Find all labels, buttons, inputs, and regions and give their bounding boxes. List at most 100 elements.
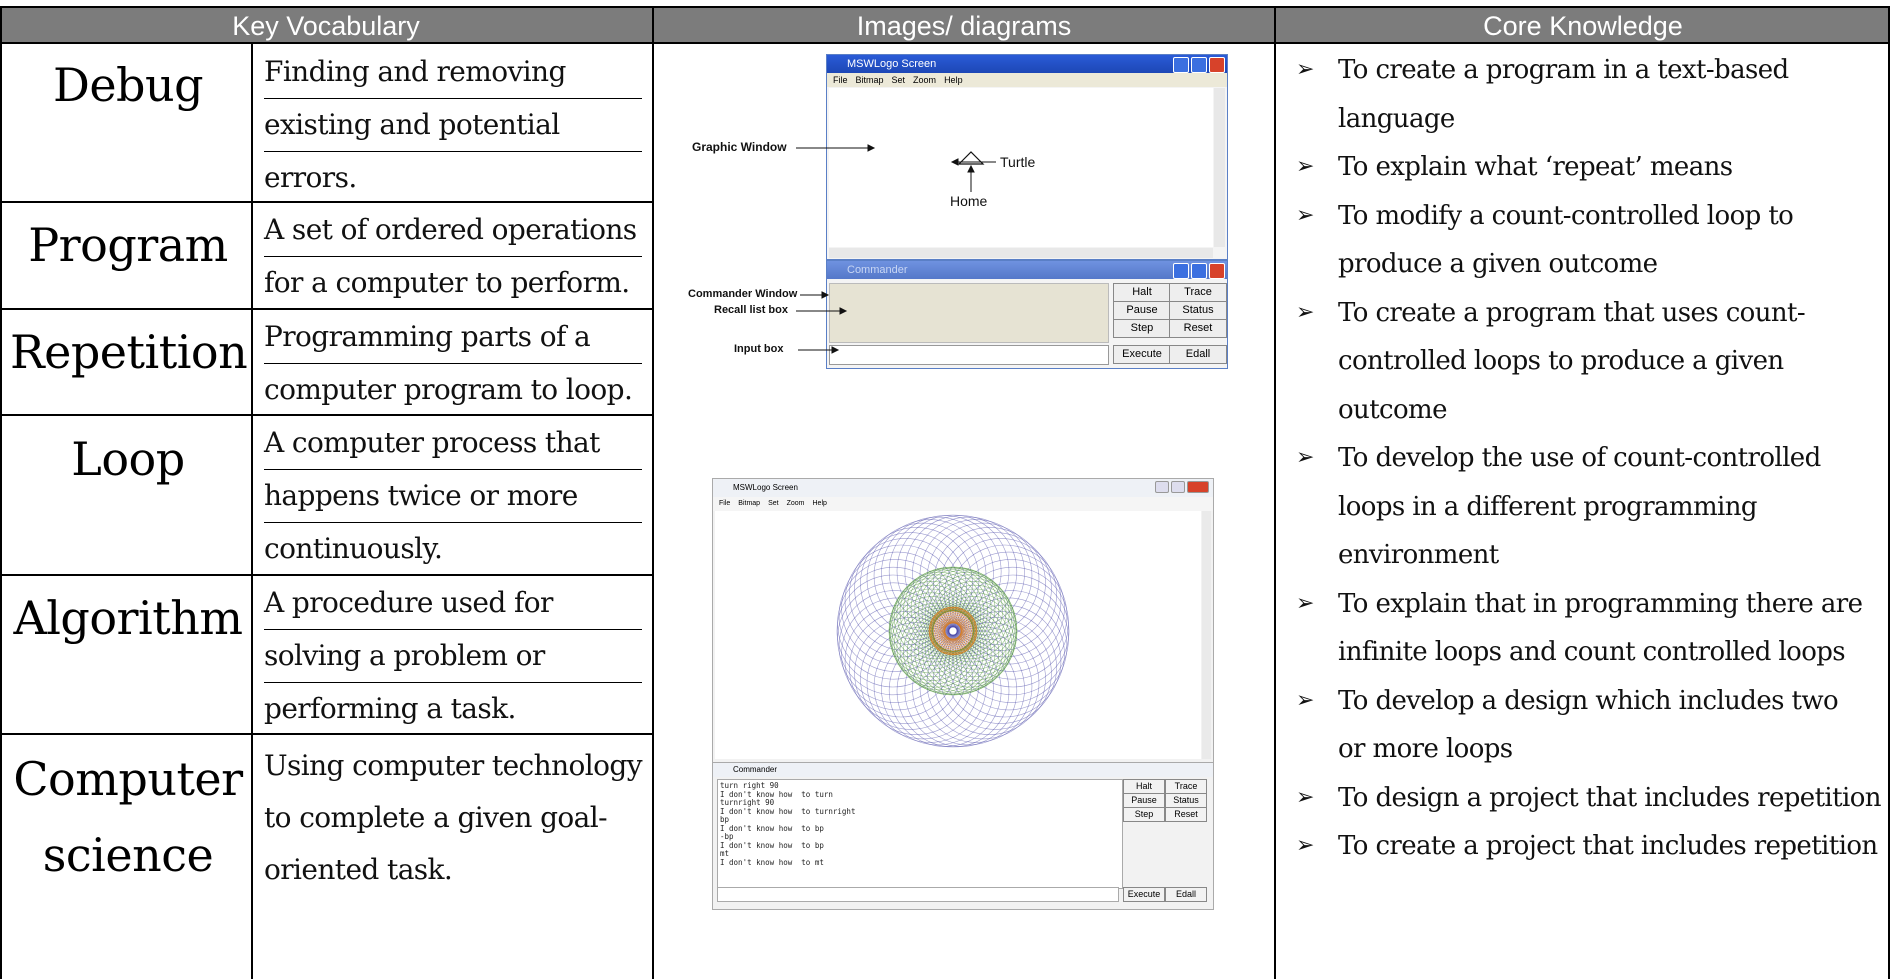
definition-line: A set of ordered operations <box>264 204 642 257</box>
vertical-scrollbar <box>1202 511 1211 759</box>
item-line: language <box>1338 103 1455 134</box>
spirograph-drawing <box>836 514 1070 748</box>
core-knowledge-item: ➢ To develop the use of count-controlled… <box>1296 434 1886 580</box>
vocab-definition-program: A set of ordered operations for a comput… <box>264 204 642 309</box>
core-knowledge-item: ➢ To explain what ‘repeat’ means <box>1296 143 1886 192</box>
menu-bar: File Bitmap Set Zoom Help <box>713 497 1213 511</box>
menu-help: Help <box>812 500 827 507</box>
arrow-bullet-icon: ➢ <box>1296 784 1314 810</box>
vocab-term-algorithm: Algorithm <box>13 591 243 645</box>
arrow-bullet-icon: ➢ <box>1296 57 1314 82</box>
item-line: To create a program that uses count- <box>1338 297 1806 328</box>
label-input-box: Input box <box>734 343 784 355</box>
recall-list-box: turn right 90 I don't know how to turn t… <box>717 779 1123 889</box>
core-knowledge-item: ➢ To explain that in programming there a… <box>1296 580 1886 677</box>
vocab-definition-algorithm: A procedure used for solving a problem o… <box>264 577 642 735</box>
item-line: To modify a count-controlled loop to <box>1338 200 1794 231</box>
arrow-bullet-icon: ➢ <box>1296 833 1314 858</box>
vocab-term-program: Program <box>28 218 228 272</box>
label-recall-list-box: Recall list box <box>714 304 788 316</box>
core-knowledge-item: ➢ To modify a count-controlled loop to p… <box>1296 192 1886 289</box>
item-line: infinite loops and count controlled loop… <box>1338 637 1846 667</box>
header-key-vocabulary: Key Vocabulary <box>0 8 652 42</box>
halt-button: Halt <box>1123 779 1165 794</box>
definition-line: Using computer technology <box>264 749 643 782</box>
item-line: environment <box>1338 540 1499 570</box>
window-title: MSWLogo Screen <box>713 479 1213 497</box>
item-line: To develop the use of count-controlled <box>1338 443 1821 473</box>
label-turtle: Turtle <box>1000 154 1036 170</box>
core-knowledge-item: ➢ To design a project that includes repe… <box>1296 774 1886 823</box>
close-icon <box>1187 481 1209 493</box>
core-knowledge-item: ➢ To create a program in a text-based la… <box>1296 46 1886 143</box>
execute-button: Execute <box>1123 887 1165 902</box>
input-box <box>717 887 1119 902</box>
definition-line: Programming parts of a <box>264 311 642 364</box>
knowledge-organiser: Key Vocabulary Images/ diagrams Core Kno… <box>0 0 1890 979</box>
console-line: I don't know how to turn <box>720 789 833 799</box>
column-divider-2 <box>1274 6 1276 979</box>
arrow-bullet-icon: ➢ <box>1296 445 1314 470</box>
vocab-definition-debug: Finding and removing existing and potent… <box>264 46 642 204</box>
table-left-border <box>0 6 2 979</box>
vocab-definition-computer-science: Using computer technology to complete a … <box>264 740 643 896</box>
menu-zoom: Zoom <box>786 500 805 507</box>
definition-line: computer program to loop. <box>264 373 633 406</box>
commander-window: Commander turn right 90 I don't know how… <box>712 762 1214 910</box>
label-home: Home <box>950 193 988 209</box>
label-graphic-window: Graphic Window <box>692 140 787 154</box>
item-line: To develop a design which includes two <box>1338 685 1839 716</box>
core-knowledge-item: ➢ To create a program that uses count- c… <box>1296 289 1886 435</box>
header-core-knowledge: Core Knowledge <box>1276 8 1890 42</box>
menu-file: File <box>719 500 731 507</box>
console-line: I don't know how to turnright <box>720 806 856 816</box>
column-divider-1 <box>652 6 654 979</box>
header-images-diagrams: Images/ diagrams <box>654 8 1274 42</box>
item-line: To explain what ‘repeat’ means <box>1338 152 1733 182</box>
definition-line: existing and potential <box>264 99 642 152</box>
vocab-term-debug: Debug <box>52 58 204 112</box>
item-line: To design a project that includes repeti… <box>1338 782 1882 813</box>
definition-line: performing a task. <box>264 692 516 725</box>
arrow-bullet-icon: ➢ <box>1296 202 1314 228</box>
console-line: I don't know how to mt <box>720 857 824 867</box>
annotation-arrows <box>796 144 996 354</box>
label-commander-window: Commander Window <box>688 288 798 300</box>
menu-bitmap: Bitmap <box>738 500 761 507</box>
commander-title: Commander <box>713 763 1213 777</box>
definition-line: Finding and removing <box>264 46 642 99</box>
arrow-bullet-icon: ➢ <box>1296 154 1314 179</box>
definition-line: errors. <box>264 161 357 194</box>
definition-line: happens twice or more <box>264 470 642 523</box>
definition-line: to complete a given goal- <box>264 801 608 834</box>
definition-line: A procedure used for <box>264 577 642 630</box>
arrow-bullet-icon: ➢ <box>1296 299 1314 325</box>
graphic-window: MSWLogo Screen File Bitmap Set Zoom Help <box>712 478 1214 764</box>
minimize-icon <box>1155 481 1169 493</box>
console-line: I don't know how to bp <box>720 840 824 850</box>
vocab-definition-loop: A computer process that happens twice or… <box>264 417 642 575</box>
vocab-term-loop: Loop <box>71 432 185 486</box>
core-knowledge-list: ➢ To create a program in a text-based la… <box>1296 46 1886 871</box>
definition-line: oriented task. <box>264 853 453 886</box>
arrow-bullet-icon: ➢ <box>1296 590 1314 616</box>
term-line: science <box>42 828 214 882</box>
item-line: To create a project that includes repeti… <box>1338 831 1878 861</box>
core-knowledge-item: ➢ To create a project that includes repe… <box>1296 822 1886 871</box>
item-line: controlled loops to produce a given <box>1338 346 1784 376</box>
vocab-definition-repetition: Programming parts of a computer program … <box>264 311 642 416</box>
item-line: outcome <box>1338 394 1448 425</box>
definition-line: solving a problem or <box>264 630 642 683</box>
item-line: produce a given outcome <box>1338 249 1658 279</box>
trace-button: Trace <box>1165 779 1207 794</box>
vocab-column-divider <box>251 42 253 979</box>
console-line: I don't know how to bp <box>720 823 824 833</box>
vocab-term-computer-science: Computer science <box>10 752 246 882</box>
definition-line: continuously. <box>264 532 443 565</box>
item-line: To explain that in programming there are <box>1338 588 1863 619</box>
item-line: or more loops <box>1338 734 1513 764</box>
core-knowledge-item: ➢ To develop a design which includes two… <box>1296 677 1886 774</box>
status-button: Status <box>1165 793 1207 808</box>
vocab-term-repetition: Repetition <box>10 325 248 379</box>
item-line: loops in a different programming <box>1338 491 1758 522</box>
